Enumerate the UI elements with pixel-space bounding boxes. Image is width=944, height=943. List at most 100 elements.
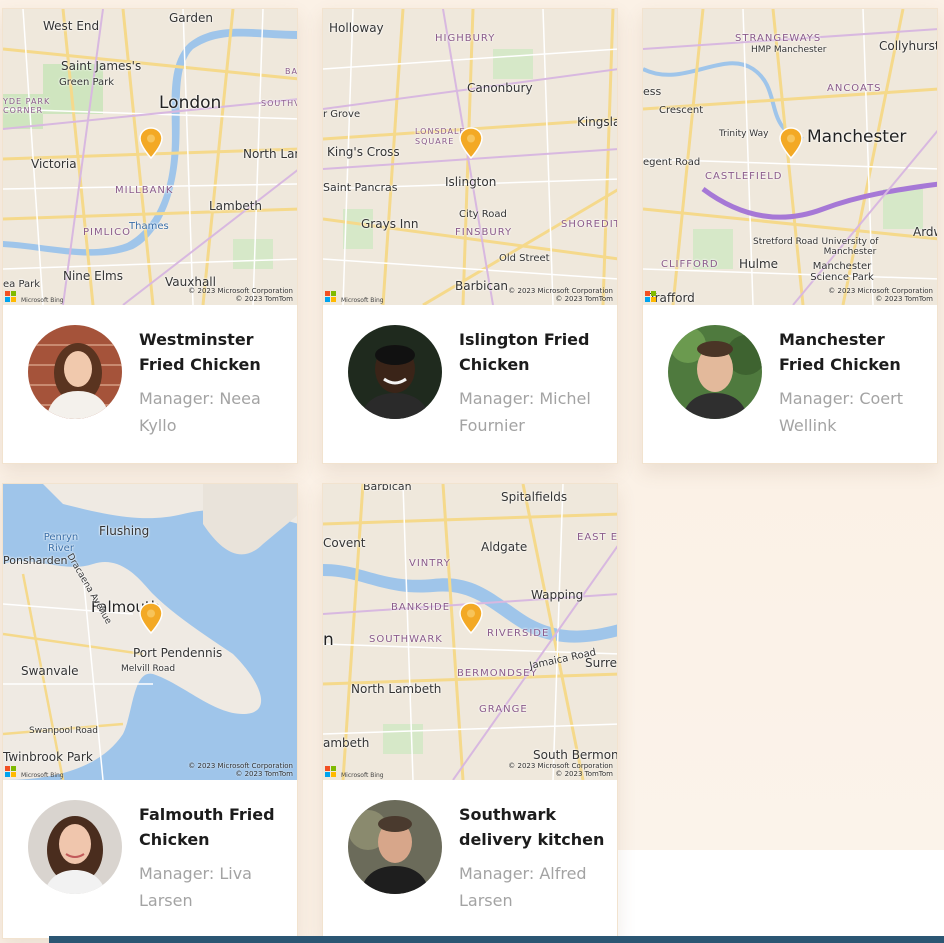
map-label: BANKSIDE bbox=[391, 602, 451, 613]
map-copyright: © 2023 Microsoft Corporation © 2023 TomTo… bbox=[188, 762, 293, 778]
map-label: ea Park bbox=[3, 279, 41, 290]
map-label: SOUTHWARK bbox=[369, 634, 443, 645]
microsoft-logo-icon bbox=[645, 291, 659, 303]
map-pin-icon[interactable] bbox=[139, 127, 163, 159]
map-label: SOUTHV bbox=[261, 99, 297, 108]
map-label: Collyhurst bbox=[879, 39, 937, 53]
map-label: University of Manchester bbox=[821, 237, 879, 257]
map-label: Lambeth bbox=[209, 199, 263, 213]
footer-bar bbox=[49, 936, 944, 943]
map-label: London bbox=[159, 93, 222, 113]
map-copyright: © 2023 Microsoft Corporation © 2023 TomTo… bbox=[828, 287, 933, 303]
map-label: Canonbury bbox=[467, 81, 533, 95]
store-manager: Manager: Michel Fournier bbox=[459, 389, 591, 435]
map-label: Saint Pancras bbox=[323, 181, 398, 194]
store-map[interactable]: Spitalfields Covent Aldgate VINTRY EAST … bbox=[323, 484, 617, 780]
store-manager: Manager: Coert Wellink bbox=[779, 389, 903, 435]
map-label: VINTRY bbox=[409, 558, 451, 569]
map-label: Kingslar bbox=[577, 115, 617, 129]
bing-logo-text: Microsoft Bing bbox=[21, 772, 64, 779]
map-label: Barbican bbox=[455, 279, 509, 293]
map-label: Manchester Science Park bbox=[810, 261, 874, 283]
map-label: EAST EN bbox=[577, 532, 617, 543]
store-name[interactable]: Falmouth Fried Chicken bbox=[139, 802, 289, 852]
manager-avatar bbox=[348, 800, 442, 894]
map-copyright: © 2023 Microsoft Corporation © 2023 TomTo… bbox=[508, 762, 613, 778]
map-label: Swanvale bbox=[21, 664, 79, 678]
map-label: Trinity Way bbox=[719, 129, 769, 139]
map-label: Spitalfields bbox=[501, 490, 568, 504]
map-label: Surrey bbox=[585, 656, 617, 670]
microsoft-logo-icon bbox=[5, 766, 19, 778]
map-label: n bbox=[323, 630, 334, 650]
store-card-islington[interactable]: Holloway HIGHBURY Canonbury Kingslar LON… bbox=[322, 8, 618, 464]
manager-avatar bbox=[28, 325, 122, 419]
map-label: Barbican bbox=[363, 484, 412, 493]
map-label: Melvill Road bbox=[121, 664, 176, 674]
map-label: ess bbox=[643, 85, 662, 98]
store-map[interactable]: West End Garden Saint James's Green Park… bbox=[3, 9, 297, 305]
store-map[interactable]: Holloway HIGHBURY Canonbury Kingslar LON… bbox=[323, 9, 617, 305]
map-label: Thames bbox=[129, 221, 169, 232]
map-label: South Bermond bbox=[533, 748, 617, 762]
map-copyright: © 2023 Microsoft Corporation © 2023 TomTo… bbox=[188, 287, 293, 303]
map-label: Islington bbox=[445, 175, 497, 189]
map-label: Flushing bbox=[99, 524, 150, 538]
map-label: Garden bbox=[169, 11, 213, 25]
bing-logo-text: Microsoft Bing bbox=[341, 297, 384, 304]
map-copyright: © 2023 Microsoft Corporation © 2023 TomTo… bbox=[508, 287, 613, 303]
store-card-southwark[interactable]: Spitalfields Covent Aldgate VINTRY EAST … bbox=[322, 483, 618, 939]
store-map[interactable]: STRANGEWAYS HMP Manchester Collyhurst AN… bbox=[643, 9, 937, 305]
store-card-westminster[interactable]: West End Garden Saint James's Green Park… bbox=[2, 8, 298, 464]
map-label: GRANGE bbox=[479, 704, 528, 715]
bing-logo-text: Microsoft Bing bbox=[21, 297, 64, 304]
map-label: HIGHBURY bbox=[435, 33, 496, 44]
map-label: PIMLICO bbox=[83, 227, 131, 238]
map-label: ANCOATS bbox=[827, 83, 882, 94]
map-label: Ardw bbox=[913, 225, 937, 239]
map-label: Hulme bbox=[739, 257, 779, 271]
manager-avatar bbox=[348, 325, 442, 419]
store-card-falmouth[interactable]: Penryn River Flushing Ponsharden Falmout… bbox=[2, 483, 298, 939]
map-label: Swanpool Road bbox=[29, 726, 98, 736]
map-label: RIVERSIDE bbox=[487, 628, 550, 639]
map-label: r Grove bbox=[323, 109, 361, 120]
map-pin-icon[interactable] bbox=[459, 127, 483, 159]
map-label: City Road bbox=[459, 209, 507, 220]
store-name[interactable]: Westminster Fried Chicken bbox=[139, 327, 289, 377]
map-label: Green Park bbox=[59, 77, 115, 88]
footer-white-band bbox=[600, 850, 944, 943]
map-label: King's Cross bbox=[327, 145, 400, 159]
store-name[interactable]: Southwark delivery kitchen bbox=[459, 802, 609, 852]
map-label: Wapping bbox=[531, 588, 584, 602]
map-label: Old Street bbox=[499, 253, 550, 264]
map-label: North Lam bbox=[243, 147, 297, 161]
map-pin-icon[interactable] bbox=[779, 127, 803, 159]
map-label: STRANGEWAYS bbox=[735, 33, 822, 44]
map-label: Holloway bbox=[329, 21, 384, 35]
map-pin-icon[interactable] bbox=[459, 602, 483, 634]
map-label: Penryn River bbox=[43, 532, 79, 554]
store-manager: Manager: Liva Larsen bbox=[139, 864, 252, 910]
store-manager: Manager: Neea Kyllo bbox=[139, 389, 261, 435]
map-label: FINSBURY bbox=[455, 227, 513, 238]
map-label: Covent bbox=[323, 536, 366, 550]
microsoft-logo-icon bbox=[325, 291, 339, 303]
map-label: CASTLEFIELD bbox=[705, 171, 783, 182]
map-label: Port Pendennis bbox=[133, 646, 223, 660]
map-pin-icon[interactable] bbox=[139, 602, 163, 634]
map-label: Ponsharden bbox=[3, 554, 68, 567]
bing-logo-text: Microsoft Bing bbox=[341, 772, 384, 779]
map-label: YDE PARK CORNER bbox=[3, 97, 51, 115]
store-name[interactable]: Manchester Fried Chicken bbox=[779, 327, 929, 377]
store-info: Islington Fried Chicken Manager: Michel … bbox=[323, 305, 617, 463]
store-name[interactable]: Islington Fried Chicken bbox=[459, 327, 609, 377]
store-info: Westminster Fried Chicken Manager: Neea … bbox=[3, 305, 297, 463]
store-map[interactable]: Penryn River Flushing Ponsharden Falmout… bbox=[3, 484, 297, 780]
store-card-manchester[interactable]: STRANGEWAYS HMP Manchester Collyhurst AN… bbox=[642, 8, 938, 464]
map-label: West End bbox=[43, 19, 100, 33]
map-label: HMP Manchester bbox=[751, 45, 827, 55]
map-label: ambeth bbox=[323, 736, 370, 750]
store-info: Southwark delivery kitchen Manager: Alfr… bbox=[323, 780, 617, 938]
page-background-fade bbox=[620, 460, 944, 850]
